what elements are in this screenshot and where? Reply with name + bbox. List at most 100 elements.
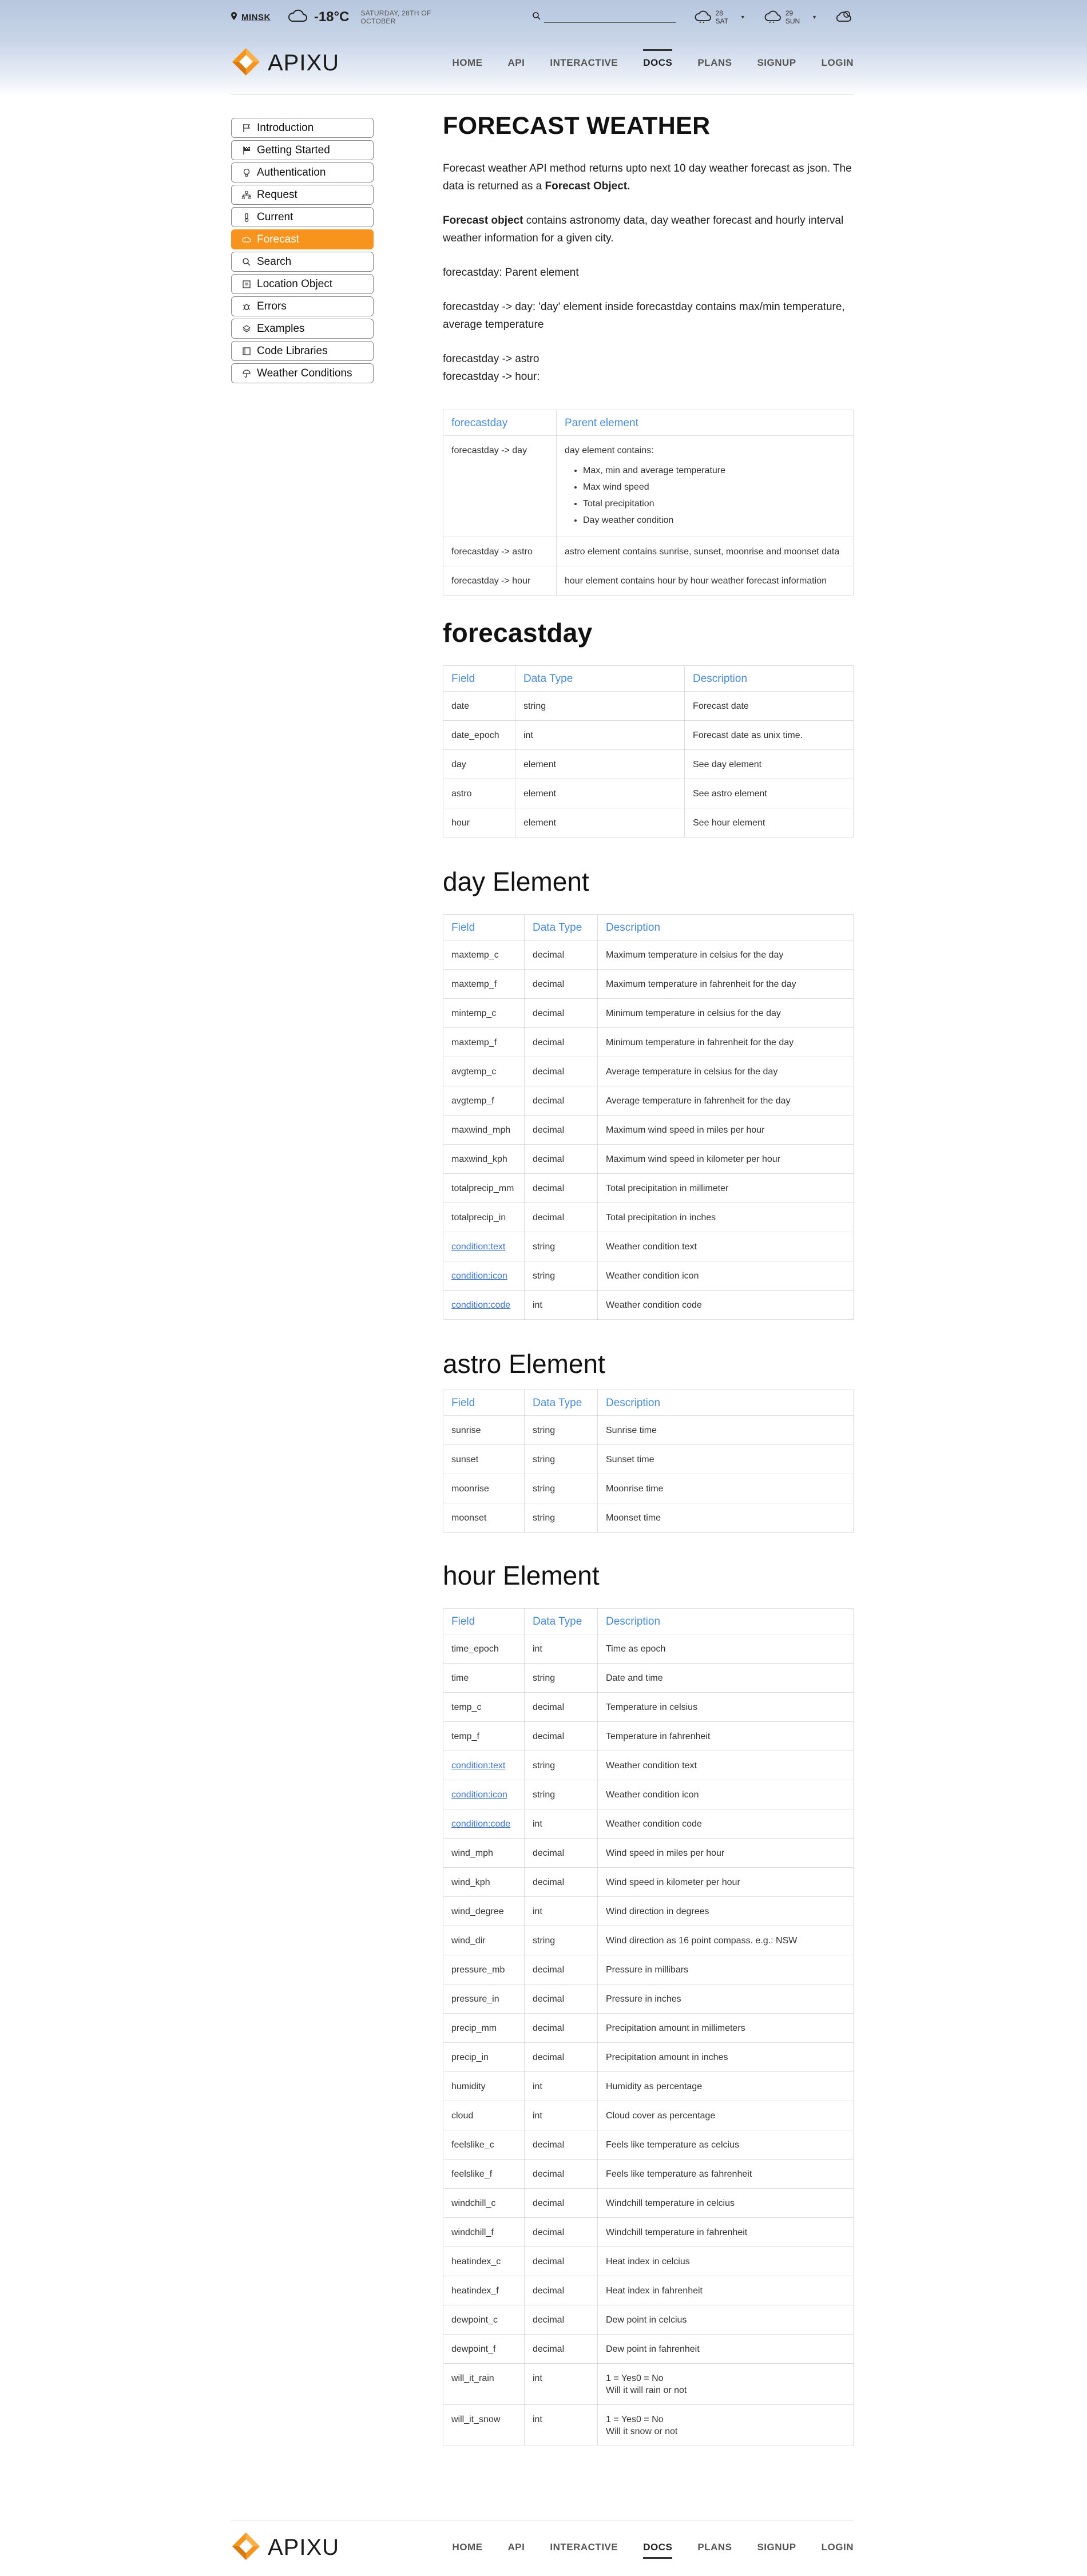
sidebar-item-errors[interactable]: Errors	[231, 296, 374, 316]
table-row: sunset string Sunset time	[443, 1444, 854, 1474]
data-type-cell: int	[524, 2363, 598, 2405]
list-item: Day weather condition	[583, 512, 845, 529]
table-row: hour element See hour element	[443, 808, 854, 838]
description-cell: Heat index in celcius	[597, 2246, 854, 2276]
table-row: date string Forecast date	[443, 691, 854, 721]
data-type-cell: string	[515, 691, 685, 721]
forecast-label-2: 29 SUN	[785, 9, 800, 25]
condition-link[interactable]: condition:icon	[451, 1271, 507, 1281]
footer-nav-signup[interactable]: SIGNUP	[744, 2542, 808, 2553]
hour-element-heading: hour Element	[443, 1561, 600, 1590]
search-input[interactable]	[544, 11, 676, 23]
description-cell: Precipitation amount in inches	[597, 2042, 854, 2072]
footer-brand-logo[interactable]: APIXU	[231, 2531, 339, 2564]
field-cell: time	[443, 1663, 525, 1693]
description-cell: Wind direction in degrees	[597, 1896, 854, 1926]
footer-nav-api[interactable]: API	[495, 2542, 538, 2553]
sidebar-item-label: Errors	[257, 300, 287, 312]
docs-sidebar: Introduction Getting Started Authenticat…	[231, 118, 374, 386]
sidebar-item-current[interactable]: Current	[231, 207, 374, 227]
data-type-cell: string	[524, 1663, 598, 1693]
field-cell: sunrise	[443, 1415, 525, 1445]
table-row: totalprecip_mm decimal Total precipitation…	[443, 1173, 854, 1203]
data-type-cell: decimal	[524, 2217, 598, 2247]
table-row: wind_kph decimal Wind speed in kilometer p…	[443, 1867, 854, 1897]
nav-links: HOME API INTERACTIVE DOCS PLANS SIGNUP L…	[440, 49, 854, 69]
sidebar-item-request[interactable]: Request	[231, 185, 374, 205]
description-cell: Maximum wind speed in kilometer per hour	[597, 1144, 854, 1174]
footer-nav-interactive[interactable]: INTERACTIVE	[537, 2542, 630, 2553]
description-cell: Maximum temperature in fahrenheit for th…	[597, 969, 854, 999]
footer-nav-home[interactable]: HOME	[440, 2542, 495, 2553]
sidebar-item-location-object[interactable]: Location Object	[231, 274, 374, 294]
condition-link[interactable]: condition:text	[451, 1242, 505, 1252]
location[interactable]: MINSK	[231, 12, 271, 22]
table-row: moonrise string Moonrise time	[443, 1474, 854, 1503]
field-cell: moonset	[443, 1503, 525, 1533]
nav-home[interactable]: HOME	[440, 57, 495, 69]
table-row: precip_mm decimal Precipitation amount in …	[443, 2013, 854, 2043]
sidebar-item-weather-conditions[interactable]: Weather Conditions	[231, 363, 374, 383]
description-cell: Windchill temperature in celcius	[597, 2188, 854, 2218]
field-cell: maxtemp_c	[443, 940, 525, 970]
data-type-cell: string	[524, 1474, 598, 1503]
data-type-cell: decimal	[524, 1867, 598, 1897]
condition-link[interactable]: condition:icon	[451, 1790, 507, 1800]
field-cell: wind_kph	[443, 1867, 525, 1897]
sidebar-item-label: Search	[257, 255, 292, 268]
table-row: dewpoint_c decimal Dew point in celcius	[443, 2305, 854, 2335]
sidebar-item-label: Getting Started	[257, 144, 330, 156]
sidebar-item-introduction[interactable]: Introduction	[231, 118, 374, 138]
footer-nav-login[interactable]: LOGIN	[809, 2542, 854, 2553]
description-cell: Maximum temperature in celsius for the d…	[597, 940, 854, 970]
forecast-dropdown-2[interactable]: 29 SUN ▼	[764, 9, 817, 25]
city-name[interactable]: MINSK	[241, 13, 271, 22]
table-row: windchill_f decimal Windchill temperature …	[443, 2217, 854, 2247]
table-row: will_it_rain int 1 = Yes0 = No Will it wil…	[443, 2363, 854, 2405]
footer-nav-plans[interactable]: PLANS	[685, 2542, 744, 2553]
sidebar-item-examples[interactable]: Examples	[231, 319, 374, 339]
sidebar-item-code-libraries[interactable]: Code Libraries	[231, 341, 374, 361]
table-row: precip_in decimal Precipitation amount in …	[443, 2042, 854, 2072]
description-cell: Pressure in inches	[597, 1984, 854, 2014]
sidebar-item-search[interactable]: Search	[231, 252, 374, 272]
description-cell: Time as epoch	[597, 1634, 854, 1664]
column-header: Description	[597, 1390, 854, 1416]
brand-logo[interactable]: APIXU	[231, 47, 339, 80]
sidebar-item-forecast[interactable]: Forecast	[231, 229, 374, 249]
sidebar-item-authentication[interactable]: Authentication	[231, 162, 374, 182]
data-type-cell: decimal	[524, 1057, 598, 1086]
description-cell: Average temperature in fahrenheit for th…	[597, 1086, 854, 1116]
table-row: condition:code int Weather condition code	[443, 1809, 854, 1839]
nav-api[interactable]: API	[495, 57, 538, 69]
nav-login[interactable]: LOGIN	[809, 57, 854, 69]
nav-interactive[interactable]: INTERACTIVE	[537, 57, 630, 69]
condition-link[interactable]: condition:code	[451, 1300, 510, 1310]
data-type-cell: decimal	[524, 2013, 598, 2043]
description-cell: Feels like temperature as celcius	[597, 2130, 854, 2160]
condition-link[interactable]: condition:code	[451, 1819, 510, 1829]
forecast-dropdown-1[interactable]: 28 SAT ▼	[694, 9, 745, 25]
data-type-cell: decimal	[524, 1984, 598, 2014]
nav-plans[interactable]: PLANS	[685, 57, 744, 69]
footer-nav-docs[interactable]: DOCS	[630, 2542, 685, 2559]
table-row: heatindex_f decimal Heat index in fahrenhe…	[443, 2276, 854, 2305]
description-cell: Weather condition icon	[597, 1780, 854, 1809]
description-cell: Average temperature in celsius for the d…	[597, 1057, 854, 1086]
description-cell: Pressure in millibars	[597, 1955, 854, 1984]
sidebar-item-getting-started[interactable]: Getting Started	[231, 140, 374, 160]
nav-docs[interactable]: DOCS	[630, 49, 685, 69]
caret-down-icon: ▼	[740, 14, 745, 20]
nav-signup[interactable]: SIGNUP	[744, 57, 808, 69]
condition-link[interactable]: condition:text	[451, 1761, 505, 1771]
field-cell: dewpoint_c	[443, 2305, 525, 2335]
data-type-cell: decimal	[524, 2159, 598, 2189]
data-type-cell: string	[524, 1780, 598, 1809]
description-cell: Moonset time	[597, 1503, 854, 1533]
table-row: feelslike_c decimal Feels like temperature…	[443, 2130, 854, 2160]
description-cell: 1 = Yes0 = No Will it will rain or not	[597, 2363, 854, 2405]
column-header: Field	[443, 1608, 525, 1634]
table-row: pressure_in decimal Pressure in inches	[443, 1984, 854, 2014]
field-cell: pressure_mb	[443, 1955, 525, 1984]
day-element-heading: day Element	[443, 867, 589, 896]
